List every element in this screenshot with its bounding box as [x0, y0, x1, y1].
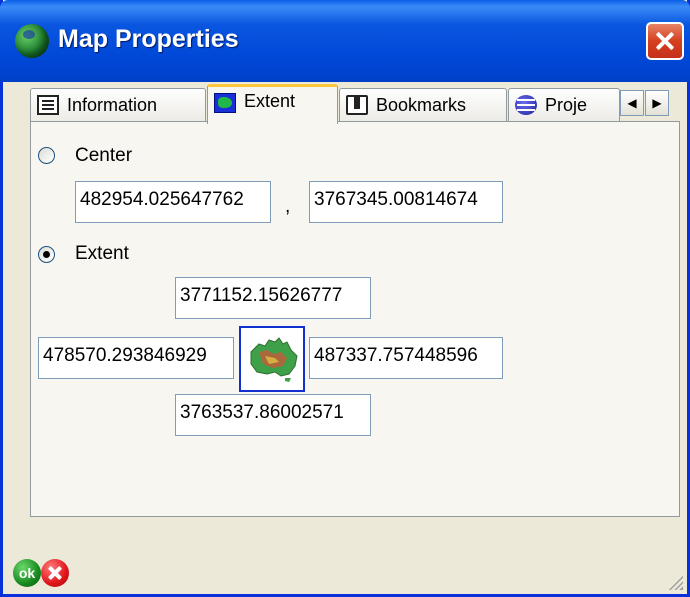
globe-icon [515, 95, 537, 115]
center-x-field[interactable]: 482954.025647762 [75, 181, 271, 223]
map-extent-icon [214, 93, 236, 113]
center-separator: , [285, 196, 291, 217]
australia-map-icon [250, 337, 298, 382]
tab-extent[interactable]: Extent [207, 84, 338, 124]
window-title: Map Properties [58, 25, 239, 53]
tab-projection-label: Proje [545, 95, 588, 115]
extent-west-field[interactable]: 478570.293846929 [38, 337, 234, 379]
tab-scroll-right-button[interactable]: ▶ [645, 90, 669, 116]
title-bar[interactable]: Map Properties [0, 0, 690, 82]
bookmarks-icon [346, 95, 368, 115]
extent-north-field[interactable]: 3771152.15626777 [175, 277, 371, 319]
close-button[interactable] [646, 22, 684, 60]
map-properties-window: Map Properties Information Extent Bookma… [0, 0, 690, 597]
tab-extent-label: Extent [244, 91, 296, 111]
tab-information-label: Information [67, 95, 158, 115]
center-radio[interactable] [38, 147, 55, 164]
extent-east-field[interactable]: 487337.757448596 [309, 337, 503, 379]
cancel-button[interactable] [41, 559, 69, 587]
tab-strip: Information Extent Bookmarks Proje ◀ ▶ [30, 84, 680, 124]
center-label: Center [75, 145, 133, 166]
extent-south-field[interactable]: 3763537.86002571 [175, 394, 371, 436]
tab-information[interactable]: Information [30, 88, 206, 122]
tab-bookmarks-label: Bookmarks [376, 95, 467, 115]
tab-projection[interactable]: Proje [508, 88, 620, 122]
tab-bookmarks[interactable]: Bookmarks [339, 88, 507, 122]
tab-scroll-buttons: ◀ ▶ [620, 90, 670, 116]
zoom-to-map-button[interactable] [239, 326, 305, 392]
center-y-field[interactable]: 3767345.00814674 [309, 181, 503, 223]
extent-radio[interactable] [38, 246, 55, 263]
resize-grip[interactable] [667, 574, 683, 590]
info-list-icon [37, 95, 59, 115]
ok-button[interactable]: ok [13, 559, 41, 587]
extent-label: Extent [75, 243, 129, 264]
globe-icon [15, 24, 49, 58]
tab-scroll-left-button[interactable]: ◀ [620, 90, 644, 116]
